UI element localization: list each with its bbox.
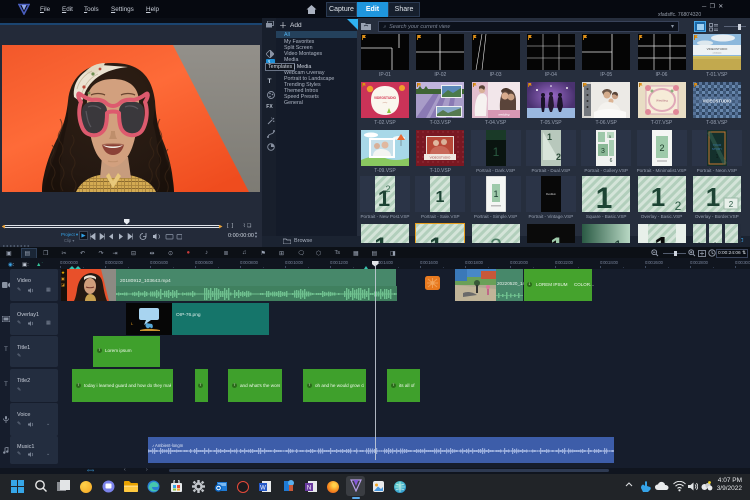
- svg-text:2: 2: [489, 234, 501, 244]
- svg-text:W: W: [260, 486, 266, 492]
- svg-text:1: 1: [550, 233, 563, 244]
- svg-text:1: 1: [547, 132, 552, 142]
- svg-text:3: 3: [601, 148, 605, 155]
- svg-text:celebration: celebration: [712, 52, 721, 55]
- svg-text:6: 6: [610, 158, 613, 164]
- svg-text:1: 1: [614, 237, 622, 244]
- svg-text:1: 1: [493, 189, 498, 199]
- svg-text:1: 1: [650, 182, 664, 212]
- svg-text:1: 1: [596, 182, 613, 212]
- svg-text:Wedding: Wedding: [656, 98, 668, 102]
- svg-text:2: 2: [385, 184, 390, 194]
- svg-text:VIDEOSTUDIO: VIDEOSTUDIO: [430, 155, 451, 159]
- svg-text:1: 1: [695, 239, 703, 244]
- svg-text:2: 2: [659, 143, 664, 153]
- svg-text:wedding: wedding: [498, 112, 510, 116]
- svg-text:1: 1: [374, 233, 387, 244]
- svg-text:party: party: [383, 101, 387, 104]
- svg-text:1: 1: [711, 239, 719, 244]
- svg-text:1: 1: [492, 145, 499, 159]
- svg-text:FlexRem: FlexRem: [546, 193, 556, 196]
- svg-text:VIDEOSTUDIO: VIDEOSTUDIO: [706, 47, 727, 51]
- svg-text:STORY: STORY: [712, 147, 722, 151]
- svg-text:2: 2: [556, 152, 561, 162]
- svg-text:VIDEOSTUDIO: VIDEOSTUDIO: [374, 96, 396, 100]
- svg-text:1: 1: [436, 189, 445, 206]
- svg-text:N: N: [307, 486, 311, 492]
- svg-text:1: 1: [654, 231, 670, 244]
- svg-text:1: 1: [715, 154, 718, 160]
- svg-text:1: 1: [706, 182, 720, 212]
- svg-text:VIDEOSTUDIO: VIDEOSTUDIO: [702, 98, 732, 103]
- svg-text:2: 2: [729, 200, 734, 209]
- svg-text:2: 2: [674, 199, 681, 212]
